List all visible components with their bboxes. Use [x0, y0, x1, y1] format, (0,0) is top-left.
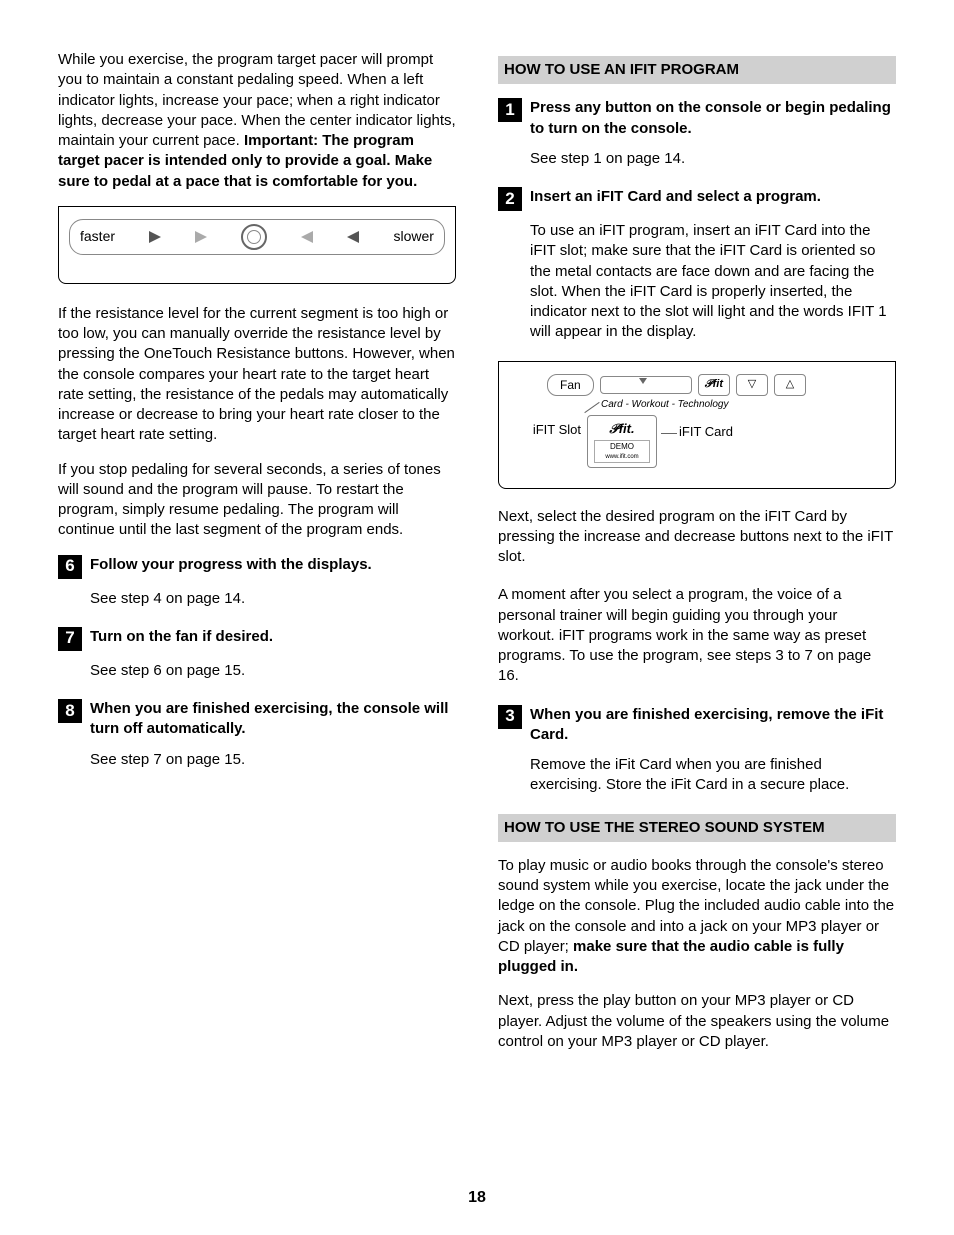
- step-1: 1 Press any button on the console or beg…: [498, 98, 896, 139]
- arrow-left-filled-icon: [347, 231, 359, 243]
- ifit-section-header: HOW TO USE AN IFIT PROGRAM: [498, 56, 896, 84]
- step-number: 7: [58, 627, 82, 651]
- stereo-paragraph-2: Next, press the play button on your MP3 …: [498, 991, 896, 1052]
- step-title: When you are finished exercising, remove…: [530, 705, 896, 746]
- pause-paragraph: If you stop pedaling for several seconds…: [58, 460, 456, 541]
- card-demo-label: DEMO www.ifit.com: [594, 440, 650, 463]
- step-title: Insert an iFIT Card and select a program…: [530, 187, 821, 207]
- two-column-layout: While you exercise, the program target p…: [58, 50, 896, 1066]
- step-number: 8: [58, 699, 82, 723]
- page-number: 18: [0, 1187, 954, 1209]
- ifit-slot-graphic: [600, 376, 692, 394]
- arrow-right-filled-icon: [149, 231, 161, 243]
- pacer-indicator-bar: faster slower: [69, 219, 445, 255]
- callout-line: [584, 402, 599, 413]
- step-number: 2: [498, 187, 522, 211]
- arrow-left-icon: [301, 231, 313, 243]
- ifit-row2: iFIT Slot 𝒫fit. DEMO www.ifit.com: [511, 415, 883, 467]
- step-2-body2: Next, select the desired program on the …: [498, 507, 896, 568]
- step-title: Press any button on the console or begin…: [530, 98, 896, 139]
- left-column: While you exercise, the program target p…: [58, 50, 456, 1066]
- ifit-slot-label: iFIT Slot: [511, 415, 581, 439]
- increase-button: △: [774, 374, 806, 396]
- insert-arrow-icon: [639, 378, 647, 384]
- step-title: When you are finished exercising, the co…: [90, 699, 456, 740]
- chevron-up-icon: △: [786, 377, 794, 392]
- step-2: 2 Insert an iFIT Card and select a progr…: [498, 187, 896, 211]
- step-6: 6 Follow your progress with the displays…: [58, 555, 456, 579]
- manual-page: While you exercise, the program target p…: [0, 0, 954, 1235]
- ifit-logo-pill: 𝒫fit: [698, 374, 730, 396]
- resistance-paragraph: If the resistance level for the current …: [58, 304, 456, 446]
- card-logo: 𝒫fit.: [594, 420, 650, 438]
- step-7: 7 Turn on the fan if desired.: [58, 627, 456, 651]
- stereo-section-header: HOW TO USE THE STEREO SOUND SYSTEM: [498, 814, 896, 842]
- step-title: Turn on the fan if desired.: [90, 627, 273, 647]
- right-column: HOW TO USE AN IFIT PROGRAM 1 Press any b…: [498, 50, 896, 1066]
- ifit-diagram: Fan 𝒫fit ▽ △ Card - Workout - Technology: [498, 361, 896, 489]
- step-8: 8 When you are finished exercising, the …: [58, 699, 456, 740]
- ifit-top-row: Fan 𝒫fit ▽ △: [547, 374, 883, 396]
- decrease-button: ▽: [736, 374, 768, 396]
- ifit-card-label: iFIT Card: [679, 423, 733, 441]
- step-8-body: See step 7 on page 15.: [90, 750, 456, 770]
- center-indicator-icon: [241, 224, 267, 250]
- faster-label: faster: [80, 227, 115, 246]
- ifit-tagline: Card - Workout - Technology: [601, 398, 883, 412]
- fan-button: Fan: [547, 374, 594, 396]
- pacer-paragraph: While you exercise, the program target p…: [58, 50, 456, 192]
- ifit-card-graphic: 𝒫fit. DEMO www.ifit.com: [587, 415, 657, 467]
- callout-line: [661, 433, 677, 434]
- step-3: 3 When you are finished exercising, remo…: [498, 705, 896, 746]
- step-3-body: Remove the iFit Card when you are finish…: [530, 755, 896, 796]
- step-number: 3: [498, 705, 522, 729]
- step-7-body: See step 6 on page 15.: [90, 661, 456, 681]
- step-title: Follow your progress with the displays.: [90, 555, 372, 575]
- step-6-body: See step 4 on page 14.: [90, 589, 456, 609]
- arrow-right-icon: [195, 231, 207, 243]
- pacer-diagram: faster slower: [58, 206, 456, 284]
- step-1-body: See step 1 on page 14.: [530, 149, 896, 169]
- step-number: 1: [498, 98, 522, 122]
- step-2-body3: A moment after you select a program, the…: [498, 585, 896, 686]
- chevron-down-icon: ▽: [748, 377, 756, 392]
- ifit-logo-text: 𝒫fit: [705, 377, 723, 392]
- step-number: 6: [58, 555, 82, 579]
- step-2-body1: To use an iFIT program, insert an iFIT C…: [530, 221, 896, 343]
- stereo-paragraph-1: To play music or audio books through the…: [498, 856, 896, 978]
- slower-label: slower: [393, 227, 433, 246]
